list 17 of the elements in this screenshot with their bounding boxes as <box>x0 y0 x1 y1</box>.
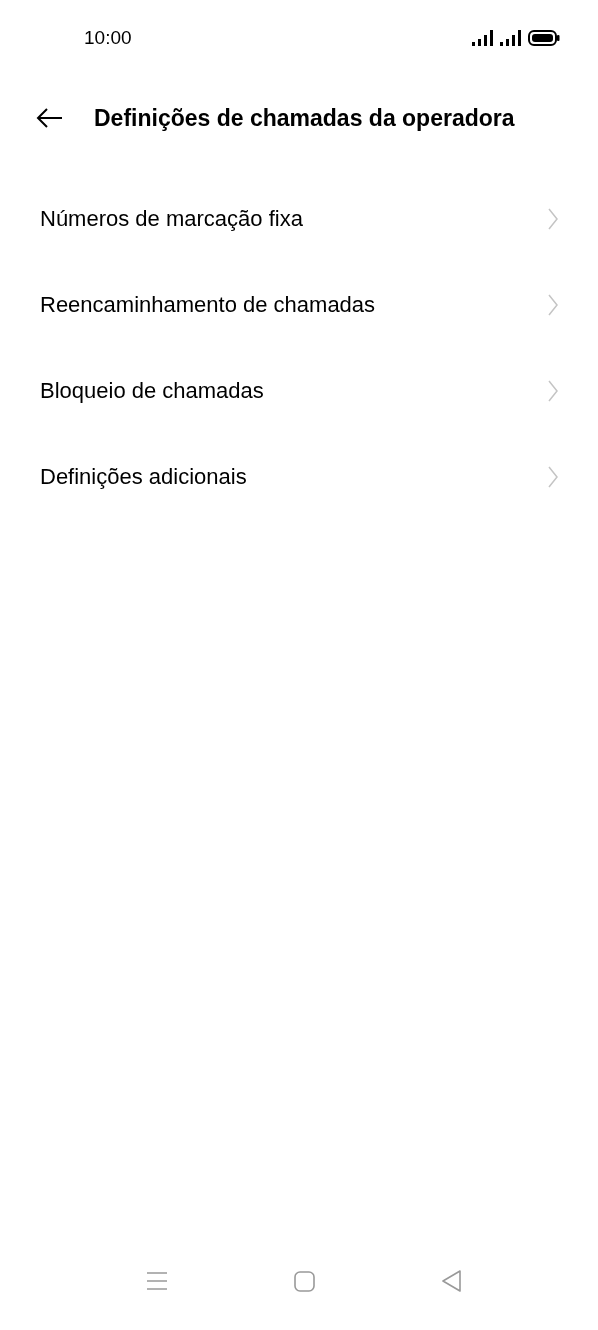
settings-item[interactable]: Bloqueio de chamadas <box>0 348 598 434</box>
chevron-icon <box>548 294 558 316</box>
signal-icon <box>500 30 522 46</box>
chevron-icon <box>548 380 558 402</box>
back-icon[interactable] <box>441 1270 462 1292</box>
chevron-icon <box>548 466 558 488</box>
menu-icon[interactable] <box>146 1271 168 1291</box>
back-button[interactable] <box>36 108 64 128</box>
settings-item[interactable]: Números de marcação fixa <box>0 176 598 262</box>
status-time: 10:00 <box>84 27 132 49</box>
home-icon[interactable] <box>294 1270 315 1292</box>
settings-item[interactable]: Definições adicionais <box>0 434 598 520</box>
battery-icon <box>528 30 560 46</box>
page-title: Definições de chamadas da operadora <box>94 104 515 132</box>
signal-icon <box>472 30 494 46</box>
chevron-icon <box>548 208 558 230</box>
settings-item[interactable]: Reencaminhamento de chamadas <box>0 262 598 348</box>
